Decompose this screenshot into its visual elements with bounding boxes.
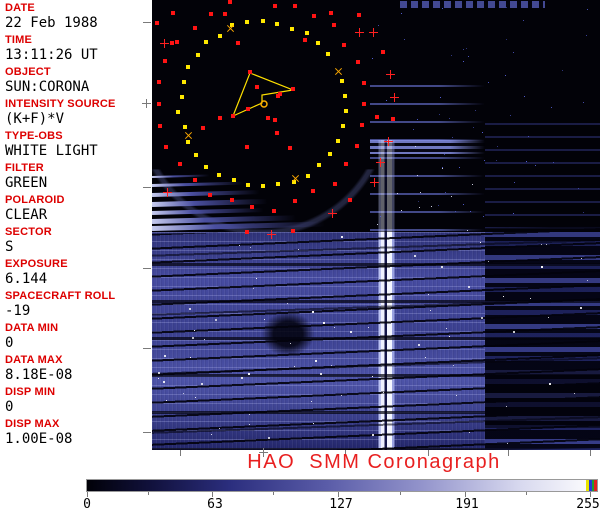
field-label: DATA MAX bbox=[5, 354, 63, 366]
field-sector: SECTOR S bbox=[5, 226, 152, 258]
field-value: 6.144 bbox=[5, 271, 48, 287]
field-label: DISP MIN bbox=[5, 386, 56, 398]
colorbar-gradient bbox=[87, 480, 597, 491]
field-label: SECTOR bbox=[5, 226, 52, 238]
colorbar-tick-label: 127 bbox=[329, 497, 353, 512]
field-label: INTENSITY SOURCE bbox=[5, 98, 116, 110]
field-value: 1.00E-08 bbox=[5, 431, 73, 447]
field-exposure: EXPOSURE 6.144 bbox=[5, 258, 152, 290]
field-label: DATA MIN bbox=[5, 322, 59, 334]
field-data-min: DATA MIN 0 bbox=[5, 322, 152, 354]
field-label: POLAROID bbox=[5, 194, 65, 206]
field-value: CLEAR bbox=[5, 207, 48, 223]
field-value: 0 bbox=[5, 399, 14, 415]
field-disp-max: DISP MAX 1.00E-08 bbox=[5, 418, 152, 450]
field-value: S bbox=[5, 239, 14, 255]
field-label: SPACECRAFT ROLL bbox=[5, 290, 116, 302]
field-value: 0 bbox=[5, 335, 14, 351]
field-value: -19 bbox=[5, 303, 31, 319]
field-date: DATE 22 Feb 1988 bbox=[5, 2, 152, 34]
field-value: 22 Feb 1988 bbox=[5, 15, 98, 31]
metadata-sidebar: DATE 22 Feb 1988 TIME 13:11:26 UT OBJECT… bbox=[0, 0, 152, 450]
field-label: DISP MAX bbox=[5, 418, 60, 430]
field-time: TIME 13:11:26 UT bbox=[5, 34, 152, 66]
field-label: DATE bbox=[5, 2, 35, 14]
colorbar-tick-label: 0 bbox=[83, 497, 91, 512]
field-value: GREEN bbox=[5, 175, 48, 191]
field-label: OBJECT bbox=[5, 66, 51, 78]
colorbar-tick-label: 255 bbox=[576, 497, 600, 512]
field-label: TYPE-OBS bbox=[5, 130, 63, 142]
field-label: FILTER bbox=[5, 162, 44, 174]
field-label: TIME bbox=[5, 34, 33, 46]
field-spacecraft-roll: SPACECRAFT ROLL -19 bbox=[5, 290, 152, 322]
colorbar-tick-label: 63 bbox=[207, 497, 223, 512]
colorbar-tick-label: 191 bbox=[455, 497, 479, 512]
field-value: 13:11:26 UT bbox=[5, 47, 98, 63]
coronagraph-image bbox=[152, 0, 600, 450]
field-type-obs: TYPE-OBS WHITE LIGHT bbox=[5, 130, 152, 162]
field-value: 8.18E-08 bbox=[5, 367, 73, 383]
colorbar bbox=[86, 479, 598, 492]
field-data-max: DATA MAX 8.18E-08 bbox=[5, 354, 152, 386]
plot-title: HAO SMM Coronagraph bbox=[247, 451, 501, 473]
field-value: (K+F)*V bbox=[5, 111, 65, 127]
field-intensity-source: INTENSITY SOURCE (K+F)*V bbox=[5, 98, 152, 130]
field-label: EXPOSURE bbox=[5, 258, 68, 270]
field-polaroid: POLAROID CLEAR bbox=[5, 194, 152, 226]
field-disp-min: DISP MIN 0 bbox=[5, 386, 152, 418]
field-filter: FILTER GREEN bbox=[5, 162, 152, 194]
colorbar-end-stripe bbox=[594, 480, 597, 491]
field-object: OBJECT SUN:CORONA bbox=[5, 66, 152, 98]
fiducial-dots bbox=[152, 0, 600, 450]
field-value: WHITE LIGHT bbox=[5, 143, 98, 159]
field-value: SUN:CORONA bbox=[5, 79, 90, 95]
